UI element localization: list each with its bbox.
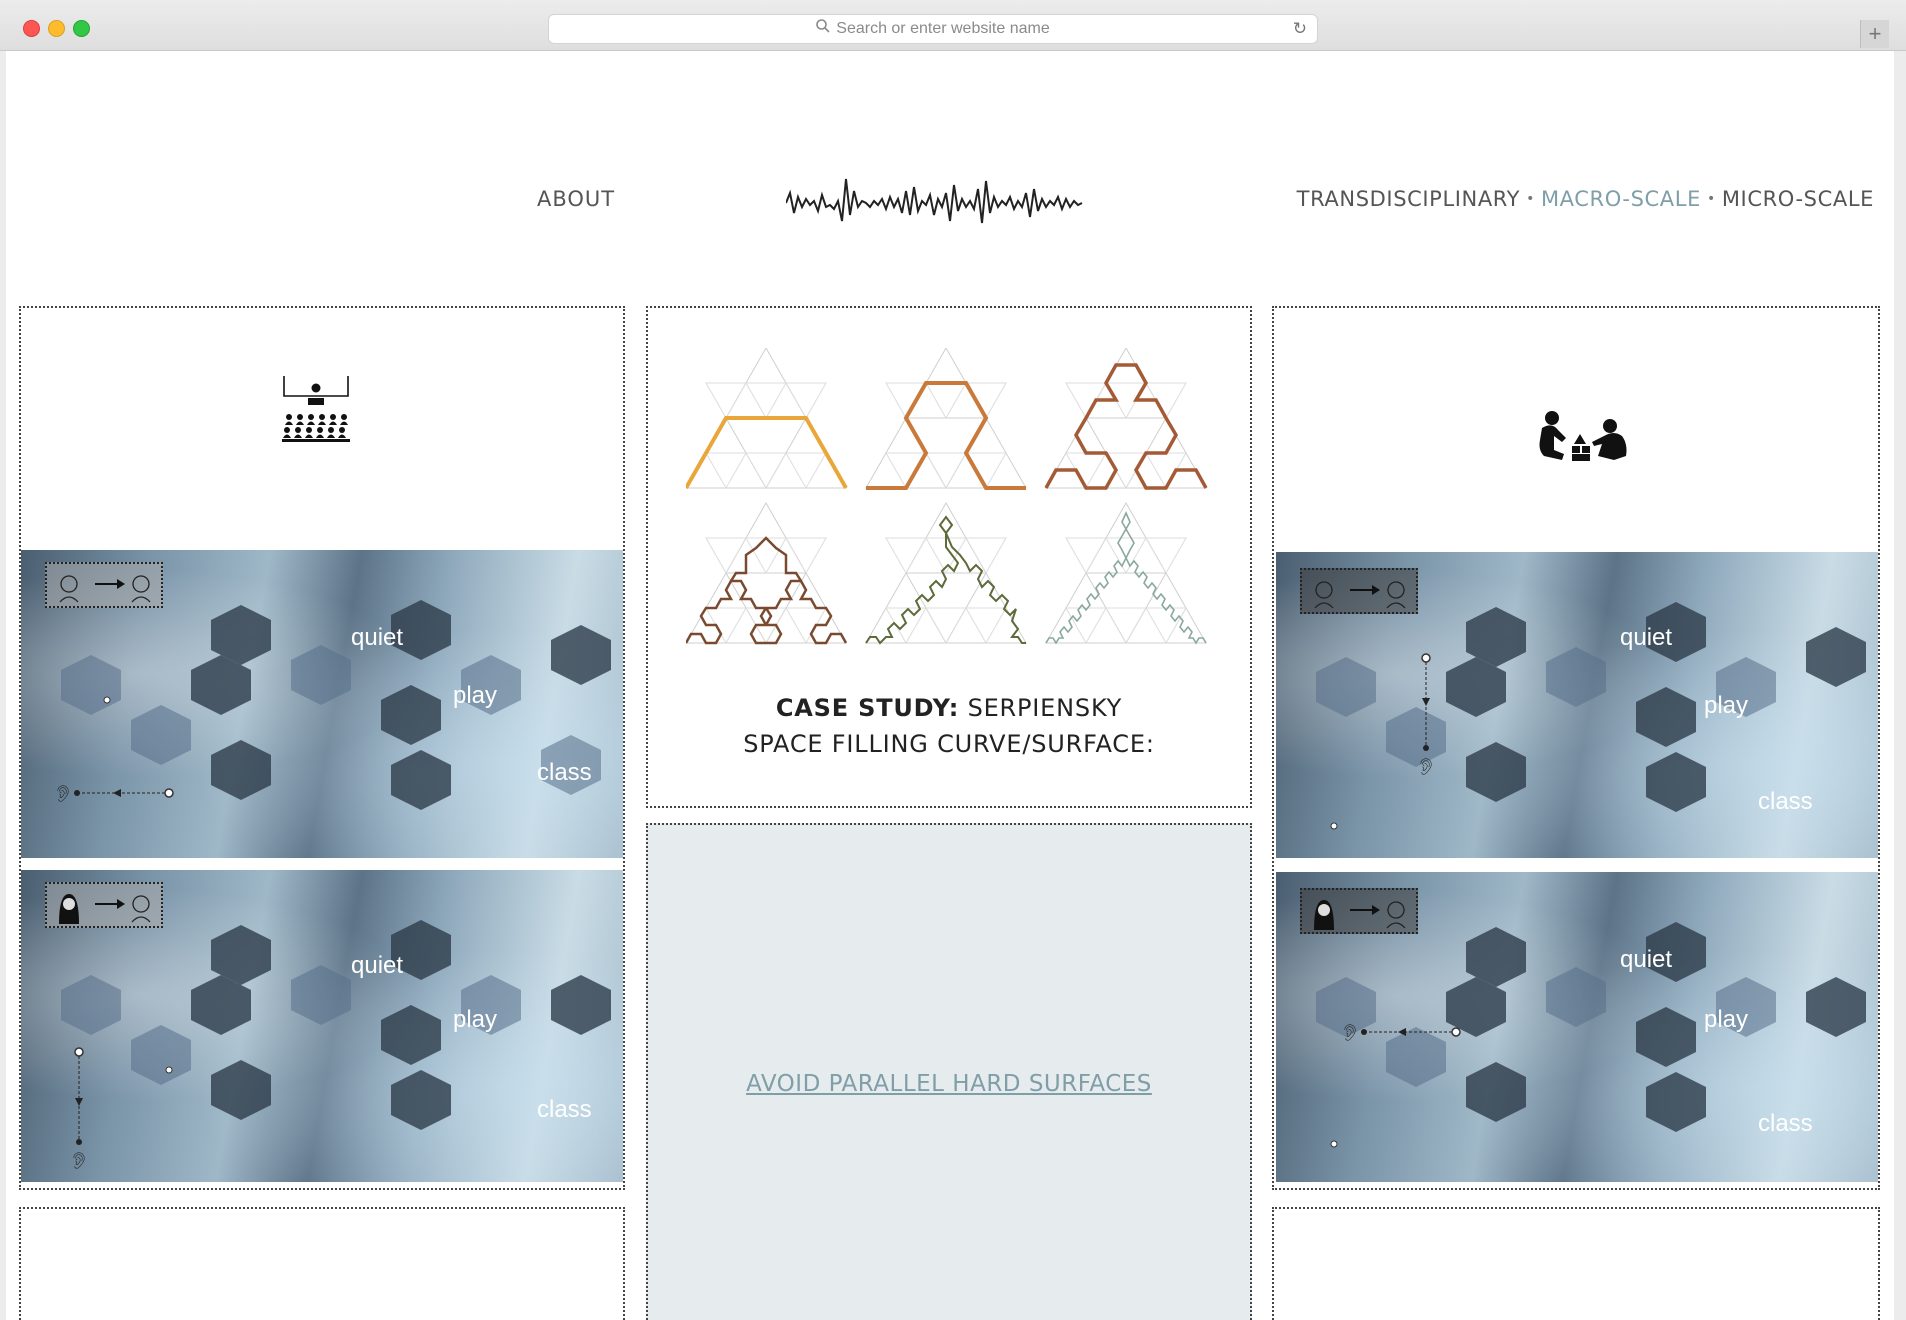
- main-nav: TRANSDISCIPLINARY • MACRO-SCALE • MICRO-SCAL…: [1297, 187, 1874, 211]
- svg-text:👂︎: 👂︎: [53, 784, 73, 803]
- title-bar: Search or enter website name ↻ +: [0, 0, 1906, 51]
- nav-micro-scale-link[interactable]: MICRO-SCALE: [1722, 187, 1874, 211]
- room-photo-top-right: quiet play class 👂︎: [1276, 552, 1878, 858]
- avoid-parallel-hard-surfaces-link[interactable]: AVOID PARALLEL HARD SURFACES: [648, 1071, 1250, 1097]
- sound-path-diagram: 👂︎: [1330, 653, 1436, 830]
- svg-text:👂︎: 👂︎: [1340, 1023, 1360, 1042]
- room-photo-bottom-right: quiet play class 👂︎: [1276, 872, 1878, 1182]
- room-photo-top: quiet play class 👂︎: [21, 550, 623, 858]
- empty-card-right: [1272, 1207, 1880, 1320]
- minimize-window-button[interactable]: [48, 20, 65, 37]
- sound-path-diagram: 👂︎: [53, 696, 174, 803]
- new-tab-button[interactable]: +: [1860, 20, 1889, 48]
- address-bar-placeholder: Search or enter website name: [836, 20, 1050, 38]
- nav-transdisciplinary-link[interactable]: TRANSDISCIPLINARY: [1297, 187, 1520, 211]
- browser-window: Search or enter website name ↻ + ABOUT T…: [0, 0, 1906, 1320]
- case-study-name: SERPIENSKY: [967, 694, 1123, 722]
- nav-macro-scale-link[interactable]: MACRO-SCALE: [1541, 187, 1701, 211]
- case-study-label: CASE STUDY:: [775, 694, 960, 722]
- classroom-card: quiet play class 👂︎ quiet play class 👂︎: [19, 306, 625, 1190]
- case-study-title: CASE STUDY: SERPIENSKY: [648, 694, 1250, 722]
- sound-wave-logo[interactable]: [786, 171, 1116, 231]
- classroom-icon: [282, 376, 350, 442]
- case-study-subtitle: SPACE FILLING CURVE/SURFACE:: [743, 730, 1155, 758]
- empty-card-left: [19, 1207, 625, 1320]
- nav-about-link[interactable]: ABOUT: [537, 187, 615, 211]
- room-photo-bottom: quiet play class 👂︎: [21, 870, 623, 1182]
- children-playing-icon: [1539, 411, 1627, 461]
- reload-icon[interactable]: ↻: [1293, 20, 1307, 38]
- svg-text:👂︎: 👂︎: [69, 1151, 89, 1170]
- close-window-button[interactable]: [23, 20, 40, 37]
- case-study-card[interactable]: CASE STUDY: SERPIENSKY SPACE FILLING CUR…: [646, 306, 1252, 808]
- sound-path-diagram: 👂︎: [69, 1047, 173, 1170]
- play-card: quiet play class 👂︎ quiet play class 👂︎: [1272, 306, 1880, 1190]
- address-bar[interactable]: Search or enter website name ↻: [548, 14, 1318, 44]
- page-viewport: ABOUT TRANSDISCIPLINARY • MACRO-SCALE • MICR…: [6, 51, 1894, 1320]
- nav-separator: •: [1526, 191, 1535, 207]
- search-icon: [816, 15, 830, 43]
- sierpinski-curves-figure: [686, 348, 1208, 645]
- guideline-card: AVOID PARALLEL HARD SURFACES: [646, 823, 1252, 1320]
- zoom-window-button[interactable]: [73, 20, 90, 37]
- svg-text:👂︎: 👂︎: [1416, 757, 1436, 776]
- sound-path-diagram: 👂︎: [1330, 1023, 1461, 1148]
- nav-separator: •: [1706, 191, 1716, 207]
